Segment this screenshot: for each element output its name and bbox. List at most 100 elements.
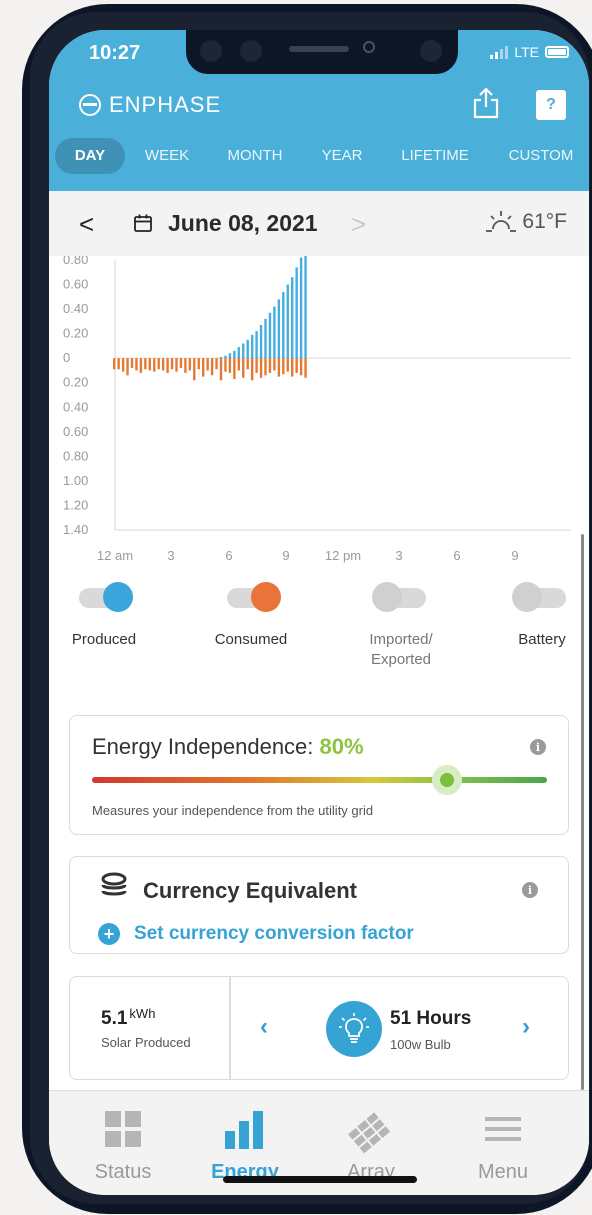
brand-name: ENPHASE [109, 92, 222, 117]
produced-bar [233, 350, 236, 359]
info-icon[interactable]: i [530, 739, 546, 755]
produced-bar [246, 339, 249, 359]
produced-bar [268, 312, 272, 359]
tab-week[interactable]: WEEK [135, 138, 199, 174]
share-icon[interactable] [472, 86, 500, 120]
bulb-type-label: 100w Bulb [390, 1037, 451, 1052]
chart-x-tick-label: 9 [282, 548, 289, 563]
card-divider [229, 977, 231, 1079]
chart-y-tick-label: 0.20 [63, 326, 88, 341]
consumed-bar [175, 358, 178, 372]
set-currency-link[interactable]: + Set currency conversion factor [98, 923, 414, 945]
consumed-bar [166, 358, 169, 373]
consumed-bar [130, 358, 134, 368]
chart-x-tick-label: 3 [167, 548, 174, 563]
produced-bar [273, 306, 276, 359]
consumed-bar [139, 358, 143, 373]
consumed-bar [197, 358, 200, 370]
consumed-bar [277, 358, 281, 377]
consumed-bar [148, 358, 151, 371]
chart-y-tick-label: 1.00 [63, 473, 88, 488]
consumed-bar [255, 358, 258, 373]
next-equivalent-chevron-icon[interactable]: › [522, 1013, 530, 1041]
produced-bar [255, 331, 258, 359]
solar-panel-icon [311, 1111, 431, 1153]
consumed-bar [179, 358, 183, 368]
tab-lifetime[interactable]: LIFETIME [393, 138, 477, 174]
tab-custom[interactable]: CUSTOM [501, 138, 581, 174]
energy-independence-title: Energy Independence: 80% [92, 734, 364, 759]
produced-bar [228, 353, 232, 359]
consumed-bar [135, 358, 138, 371]
signal-icon [490, 45, 509, 59]
chart-x-tick-label: 9 [511, 548, 518, 563]
nav-status-label: Status [94, 1161, 152, 1183]
consumed-bar [259, 358, 263, 378]
produced-bar [259, 325, 263, 359]
calendar-icon[interactable] [133, 213, 153, 233]
consumed-bar [233, 358, 236, 380]
consumed-bar [246, 358, 249, 370]
consumed-bar [206, 358, 209, 371]
energy-independence-percent: 80% [319, 734, 364, 759]
solar-produced-label: Solar Produced [101, 1035, 191, 1050]
produced-bar [282, 291, 285, 359]
plus-circle-icon: + [98, 923, 120, 945]
chart-x-tick-label: 6 [453, 548, 460, 563]
weather: 61°F [484, 209, 567, 235]
produced-bar [250, 334, 254, 359]
consumed-bar [286, 358, 289, 372]
info-icon[interactable]: i [522, 882, 538, 898]
consumed-bar [126, 358, 129, 376]
enphase-logo: ENPHASE [79, 92, 221, 118]
set-currency-label: Set currency conversion factor [134, 923, 414, 944]
solar-produced-unit: kWh [129, 1006, 156, 1021]
tab-year[interactable]: YEAR [313, 138, 371, 174]
produced-bar [224, 355, 227, 359]
temperature: 61°F [522, 210, 567, 233]
chart-y-tick-label: 0.80 [63, 448, 88, 463]
home-indicator [223, 1176, 417, 1183]
coins-icon [101, 872, 127, 896]
status-indicators: LTE [490, 44, 569, 60]
consumed-bar [299, 358, 303, 376]
help-icon[interactable]: ? [536, 90, 566, 120]
consumed-bar [184, 358, 187, 373]
consumed-bar [273, 358, 276, 371]
chart-y-tick-label: 0.60 [63, 277, 88, 292]
produced-bar [219, 356, 223, 359]
previous-day-button[interactable]: < [79, 209, 94, 240]
selected-date[interactable]: June 08, 2021 [168, 210, 318, 237]
next-day-button[interactable]: > [351, 209, 366, 240]
produced-bar [237, 347, 240, 359]
chart-x-tick-label: 12 pm [325, 548, 361, 563]
imported-exported-toggle[interactable] [372, 582, 426, 612]
consumed-bar [210, 358, 214, 376]
chart-x-tick-label: 12 am [97, 548, 133, 563]
tab-month[interactable]: MONTH [219, 138, 291, 174]
consumed-bar [188, 358, 192, 371]
consumed-bar [215, 358, 218, 370]
currency-equivalent-title: Currency Equivalent [143, 878, 357, 903]
consumed-bar [153, 358, 156, 372]
scrollbar[interactable] [581, 534, 584, 1090]
nav-menu-label: Menu [477, 1161, 529, 1183]
bulb-hours-value: 51 Hours [390, 1008, 472, 1029]
consumed-bar [282, 358, 285, 375]
consumed-toggle[interactable] [227, 582, 281, 612]
produced-bar [304, 256, 307, 359]
consumed-bar [237, 358, 240, 371]
produced-bar [291, 277, 294, 359]
consumed-bar [170, 358, 174, 370]
consumed-bar [219, 358, 223, 381]
battery-toggle[interactable] [512, 582, 566, 612]
chart-y-tick-label: 0.40 [63, 301, 88, 316]
tab-day[interactable]: DAY [55, 138, 125, 174]
consumed-bar [161, 358, 165, 371]
produced-toggle[interactable] [79, 582, 133, 612]
period-tabs: DAY WEEK MONTH YEAR LIFETIME CUSTOM [49, 138, 589, 174]
previous-equivalent-chevron-icon[interactable]: ‹ [260, 1013, 268, 1041]
independence-indicator [432, 765, 462, 795]
consumed-bar [242, 358, 245, 378]
grid-icon [63, 1111, 183, 1147]
